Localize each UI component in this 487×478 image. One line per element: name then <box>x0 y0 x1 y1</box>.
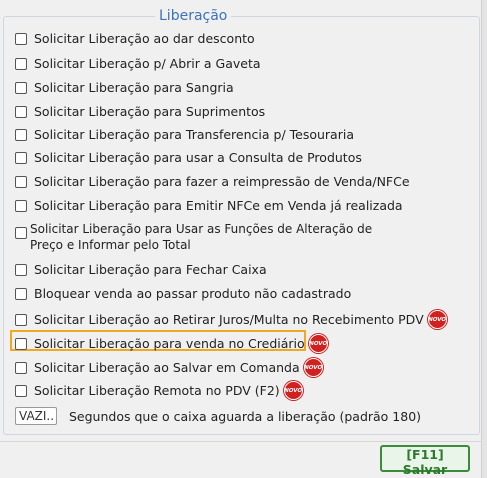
option-label: Solicitar Liberação para Suprimentos <box>34 104 266 119</box>
option-checkbox[interactable] <box>15 313 27 326</box>
timeout-row: Segundos que o caixa aguarda a liberação… <box>15 407 421 425</box>
option-checkbox[interactable] <box>15 151 27 164</box>
option-suprimentos[interactable]: Solicitar Liberação para Suprimentos <box>15 104 265 119</box>
option-checkbox[interactable] <box>15 287 27 300</box>
option-venda-crediario[interactable]: Solicitar Liberação para venda no Crediá… <box>15 334 328 353</box>
option-checkbox[interactable] <box>15 32 27 45</box>
new-badge-icon: NOVO <box>427 310 447 329</box>
window-right-edge <box>481 0 487 478</box>
option-label: Solicitar Liberação para Sangria <box>34 80 234 95</box>
option-label: Solicitar Liberação para Transferencia p… <box>34 127 354 142</box>
option-sangria[interactable]: Solicitar Liberação para Sangria <box>15 80 234 95</box>
option-fechar-caixa[interactable]: Solicitar Liberação para Fechar Caixa <box>15 262 267 277</box>
option-retirar-juros[interactable]: Solicitar Liberação ao Retirar Juros/Mul… <box>15 310 447 329</box>
option-desconto[interactable]: Solicitar Liberação ao dar desconto <box>15 31 255 46</box>
option-label: Solicitar Liberação para usar a Consulta… <box>34 150 362 165</box>
option-label: Solicitar Liberação para venda no Crediá… <box>34 336 305 351</box>
new-badge-icon: NOVO <box>308 334 328 353</box>
option-label: Solicitar Liberação ao Salvar em Comanda <box>34 360 300 375</box>
option-checkbox[interactable] <box>15 81 27 94</box>
option-label: Solicitar Liberação p/ Abrir a Gaveta <box>34 56 261 71</box>
timeout-seconds-input[interactable] <box>15 407 57 425</box>
option-label: Solicitar Liberação Remota no PDV (F2) <box>34 383 280 398</box>
option-label: Solicitar Liberação para Fechar Caixa <box>34 262 267 277</box>
option-checkbox[interactable] <box>15 263 27 276</box>
option-consulta-produtos[interactable]: Solicitar Liberação para usar a Consulta… <box>15 150 362 165</box>
option-emitir-nfce[interactable]: Solicitar Liberação para Emitir NFCe em … <box>15 198 403 213</box>
group-title: Liberação <box>155 8 232 24</box>
save-button[interactable]: [F11] Salvar <box>380 445 470 477</box>
option-checkbox[interactable] <box>15 337 27 350</box>
option-checkbox[interactable] <box>15 105 27 118</box>
option-label: Solicitar Liberação ao Retirar Juros/Mul… <box>34 312 424 327</box>
option-label: Bloquear venda ao passar produto não cad… <box>34 286 352 301</box>
option-alteracao-preco[interactable]: Solicitar Liberação para Usar as Funções… <box>15 221 390 253</box>
option-label: Solicitar Liberação para Usar as Funções… <box>30 222 373 252</box>
option-label: Solicitar Liberação ao dar desconto <box>34 31 255 46</box>
option-checkbox[interactable] <box>15 199 27 212</box>
option-liberacao-remota[interactable]: Solicitar Liberação Remota no PDV (F2) N… <box>15 381 303 400</box>
footer-divider <box>0 441 482 442</box>
option-salvar-comanda[interactable]: Solicitar Liberação ao Salvar em Comanda… <box>15 358 323 377</box>
new-badge-icon: NOVO <box>303 358 323 377</box>
option-abrir-gaveta[interactable]: Solicitar Liberação p/ Abrir a Gaveta <box>15 56 261 71</box>
option-label: Solicitar Liberação para fazer a reimpre… <box>34 174 410 189</box>
option-reimpressao[interactable]: Solicitar Liberação para fazer a reimpre… <box>15 174 410 189</box>
option-checkbox[interactable] <box>15 128 27 141</box>
option-checkbox[interactable] <box>15 57 27 70</box>
option-transferencia[interactable]: Solicitar Liberação para Transferencia p… <box>15 127 354 142</box>
new-badge-icon: NOVO <box>283 381 303 400</box>
option-bloquear-venda[interactable]: Bloquear venda ao passar produto não cad… <box>15 286 351 301</box>
option-checkbox[interactable] <box>15 384 27 397</box>
timeout-label: Segundos que o caixa aguarda a liberação… <box>69 408 422 424</box>
option-checkbox[interactable] <box>15 361 27 374</box>
option-label: Solicitar Liberação para Emitir NFCe em … <box>34 198 403 213</box>
option-checkbox[interactable] <box>15 227 27 239</box>
option-checkbox[interactable] <box>15 175 27 188</box>
